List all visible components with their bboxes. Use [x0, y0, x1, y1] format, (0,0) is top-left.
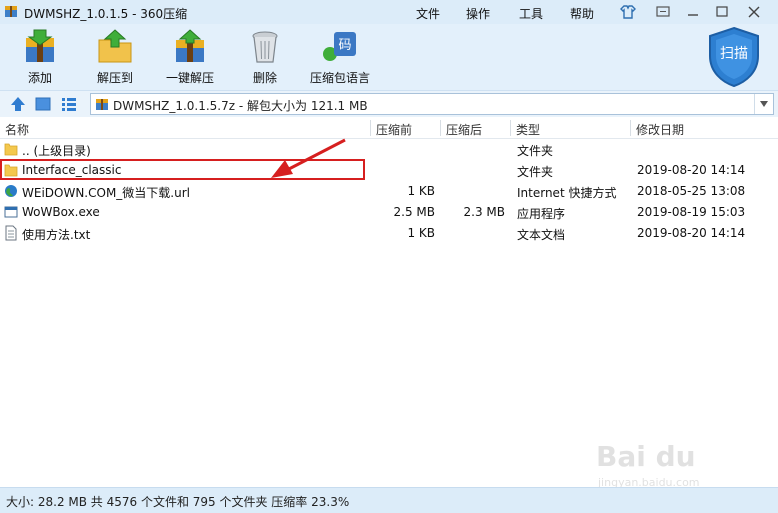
- menu-tools[interactable]: 工具: [519, 5, 543, 22]
- file-name: .. (上级目录): [22, 144, 91, 158]
- delete-trash-icon: [252, 31, 278, 63]
- file-type: 文本文档: [517, 228, 566, 242]
- extract-to-icon: [98, 29, 132, 63]
- list-view-icon[interactable]: [60, 95, 78, 113]
- file-name: 使用方法.txt: [22, 228, 91, 242]
- file-type: 文件夹: [517, 165, 554, 179]
- file-name: WoWBox.exe: [22, 205, 100, 219]
- delete-label: 删除: [252, 71, 277, 85]
- address-dropdown-button[interactable]: [754, 94, 773, 114]
- maximize-icon[interactable]: [712, 3, 732, 21]
- one-click-extract-button[interactable]: 一键解压: [155, 28, 225, 88]
- scan-shield-button[interactable]: 扫描: [706, 26, 762, 88]
- up-arrow-icon[interactable]: [9, 95, 27, 113]
- svg-text:Bai du: Bai du: [596, 440, 696, 473]
- address-path-text: DWMSHZ_1.0.1.5.7z - 解包大小为 121.1 MB: [113, 99, 368, 113]
- column-divider[interactable]: [630, 120, 631, 136]
- archive-language-button[interactable]: 码 压缩包语言: [305, 28, 375, 88]
- add-label: 添加: [27, 71, 52, 85]
- file-name: WEiDOWN.COM_微当下载.url: [22, 186, 190, 200]
- one-click-extract-icon: [176, 29, 204, 62]
- file-row[interactable]: WEiDOWN.COM_微当下载.url 1 KB Internet 快捷方式 …: [0, 181, 778, 202]
- close-icon[interactable]: [744, 3, 764, 21]
- file-size-before: 1 KB: [407, 184, 435, 198]
- one-click-extract-label: 一键解压: [165, 71, 214, 85]
- file-type: Internet 快捷方式: [517, 186, 617, 200]
- add-archive-icon: [26, 29, 54, 62]
- minimize-icon[interactable]: [683, 3, 703, 21]
- file-row[interactable]: WoWBox.exe 2.5 MB 2.3 MB 应用程序 2019-08-19…: [0, 202, 778, 223]
- skin-shirt-icon[interactable]: [618, 3, 638, 21]
- file-row[interactable]: .. (上级目录) 文件夹: [0, 139, 778, 160]
- column-name-header[interactable]: 名称: [5, 121, 29, 138]
- archive-language-label: 压缩包语言: [309, 71, 370, 85]
- file-list-header: 名称 压缩前 压缩后 类型 修改日期: [0, 118, 778, 139]
- file-type: 文件夹: [517, 144, 554, 158]
- file-date: 2018-05-25 13:08: [637, 184, 746, 198]
- menu-operate[interactable]: 操作: [466, 5, 490, 22]
- file-date: 2019-08-20 14:14: [637, 226, 746, 240]
- column-before-header[interactable]: 压缩前: [376, 121, 412, 138]
- status-text: 大小: 28.2 MB 共 4576 个文件和 795 个文件夹 压缩率 23.…: [6, 495, 350, 509]
- globe-url-icon: [5, 185, 17, 197]
- file-type: 应用程序: [517, 207, 566, 221]
- thumbnail-view-icon[interactable]: [34, 95, 52, 113]
- file-row[interactable]: 使用方法.txt 1 KB 文本文档 2019-08-20 14:14: [0, 223, 778, 244]
- chevron-down-icon: [760, 101, 768, 107]
- feedback-icon[interactable]: [653, 3, 673, 21]
- file-size-before: 1 KB: [407, 226, 435, 240]
- exe-window-icon: [4, 206, 18, 218]
- baidu-watermark-logo: Bai du jingyan.baidu.com: [596, 440, 700, 489]
- status-bar: 大小: 28.2 MB 共 4576 个文件和 795 个文件夹 压缩率 23.…: [0, 487, 778, 513]
- column-type-header[interactable]: 类型: [516, 121, 540, 138]
- extract-to-button[interactable]: 解压到: [80, 28, 150, 88]
- app-icon: [5, 6, 17, 17]
- file-size-after: 2.3 MB: [463, 205, 505, 219]
- menu-help[interactable]: 帮助: [570, 5, 594, 22]
- menu-file[interactable]: 文件: [416, 5, 440, 22]
- folder-up-icon: [4, 143, 18, 156]
- text-file-icon: [5, 225, 17, 241]
- archive-language-icon: 码: [323, 32, 356, 61]
- scan-label: 扫描: [720, 46, 748, 62]
- column-after-header[interactable]: 压缩后: [446, 121, 482, 138]
- window-title: DWMSHZ_1.0.1.5 - 360压缩: [24, 7, 188, 21]
- delete-button[interactable]: 删除: [230, 28, 300, 88]
- column-divider[interactable]: [440, 120, 441, 136]
- language-badge: 码: [338, 38, 351, 53]
- archive-icon: [96, 99, 108, 110]
- add-button[interactable]: 添加: [5, 28, 75, 88]
- file-date: 2019-08-19 15:03: [637, 205, 746, 219]
- column-divider[interactable]: [510, 120, 511, 136]
- annotation-arrow-icon: [271, 138, 346, 178]
- file-date: 2019-08-20 14:14: [637, 163, 746, 177]
- file-size-before: 2.5 MB: [393, 205, 435, 219]
- column-date-header[interactable]: 修改日期: [636, 121, 684, 138]
- address-path-field[interactable]: DWMSHZ_1.0.1.5.7z - 解包大小为 121.1 MB: [90, 93, 774, 115]
- extract-to-label: 解压到: [96, 71, 133, 85]
- column-divider[interactable]: [370, 120, 371, 136]
